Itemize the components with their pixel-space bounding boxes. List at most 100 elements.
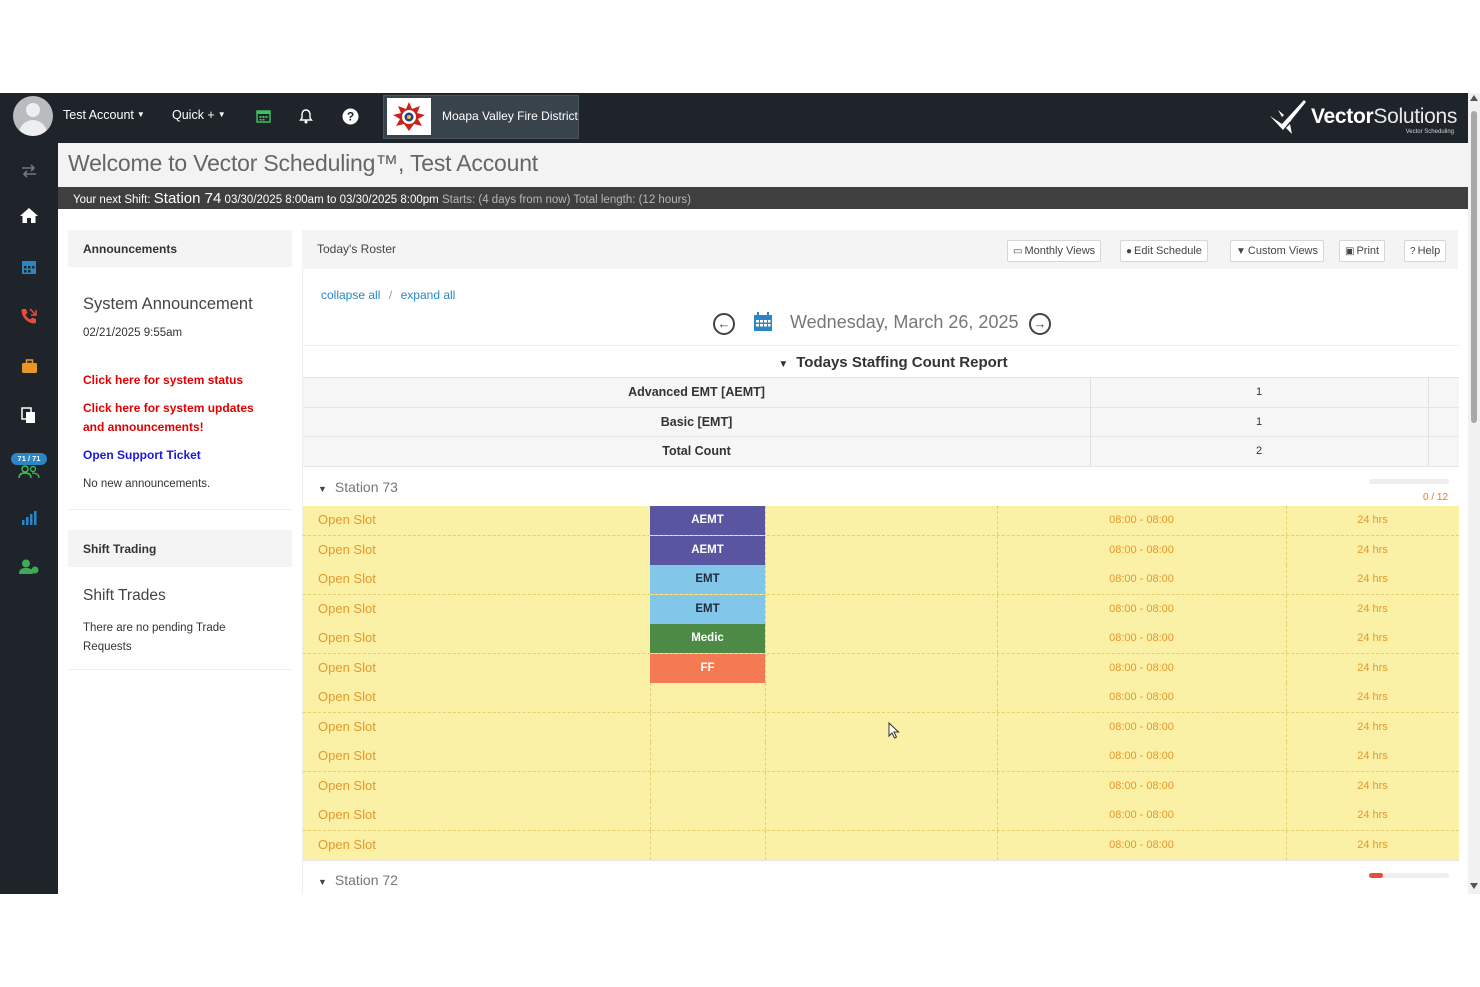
link-separator: / — [388, 288, 393, 302]
roster-slot-row[interactable]: Open Slot 08:00 - 08:00 24 hrs — [303, 712, 1459, 743]
staffing-report-toggle[interactable]: ▼ Todays Staffing Count Report — [303, 345, 1459, 378]
slot-time: 08:00 - 08:00 — [1109, 573, 1174, 585]
staffing-label: Advanced EMT [AEMT] — [628, 385, 765, 399]
station-73-name: Station 73 — [334, 479, 398, 495]
caret-down-icon: ▼ — [778, 359, 789, 370]
scrollbar-thumb[interactable] — [1471, 111, 1477, 423]
no-trades-text: There are no pending Trade Requests — [83, 622, 226, 653]
shift-trading-panel: Shift Trades There are no pending Trade … — [68, 569, 292, 670]
svg-text:?: ? — [346, 109, 353, 123]
roster-slot-row[interactable]: Open Slot AEMT 08:00 - 08:00 24 hrs — [303, 506, 1459, 536]
next-shift-bar: Your next Shift: Station 74 03/30/2025 8… — [58, 187, 1468, 209]
support-ticket-link[interactable]: Open Support Ticket — [83, 446, 201, 465]
calendar-icon[interactable] — [17, 256, 41, 278]
open-slot-name[interactable]: Open Slot — [318, 571, 376, 586]
slot-hours: 24 hrs — [1357, 602, 1388, 615]
credential-badge: FF — [650, 653, 765, 683]
station-72-toggle[interactable]: ▼ Station 72 — [318, 872, 398, 888]
open-slot-name[interactable]: Open Slot — [318, 660, 376, 675]
open-slot-name[interactable]: Open Slot — [318, 630, 376, 645]
custom-views-button[interactable]: ▼ Custom Views — [1230, 240, 1325, 262]
station-72-progress — [1369, 873, 1449, 878]
open-slot-name[interactable]: Open Slot — [318, 512, 376, 527]
filter-icon: ▼ — [1236, 246, 1246, 257]
organization-switcher[interactable]: Moapa Valley Fire District — [383, 95, 579, 139]
scroll-up-arrow-icon[interactable] — [1470, 95, 1478, 101]
page-scrollbar[interactable] — [1468, 93, 1480, 894]
scroll-down-arrow-icon[interactable] — [1470, 883, 1478, 889]
previous-day-icon[interactable]: ← — [713, 313, 735, 335]
account-menu[interactable]: Test Account ▼ — [63, 108, 145, 122]
slot-hours: 24 hrs — [1357, 809, 1388, 821]
open-slot-name[interactable]: Open Slot — [318, 778, 376, 793]
open-slot-name[interactable]: Open Slot — [318, 719, 376, 734]
help-label: Help — [1417, 245, 1441, 257]
open-slot-name[interactable]: Open Slot — [318, 601, 376, 616]
edit-schedule-label: Edit Schedule — [1134, 245, 1202, 257]
station-73-toggle[interactable]: ▼ Station 73 — [318, 479, 398, 495]
roster-title: Today's Roster — [317, 242, 396, 256]
caret-down-icon: ▼ — [318, 877, 327, 887]
help-icon[interactable]: ? — [340, 106, 360, 126]
open-slot-name[interactable]: Open Slot — [318, 542, 376, 557]
announcements-header: Announcements — [68, 230, 292, 267]
announcement-date: 02/21/2025 9:55am — [83, 327, 183, 339]
user-plus-icon[interactable] — [17, 556, 41, 578]
roster-slot-row[interactable]: Open Slot FF 08:00 - 08:00 24 hrs — [303, 653, 1459, 684]
open-slot-name[interactable]: Open Slot — [318, 689, 376, 704]
question-icon: ? — [1410, 246, 1416, 257]
roster-slot-row[interactable]: Open Slot 08:00 - 08:00 24 hrs — [303, 830, 1459, 861]
shift-trading-heading: Shift Trading — [83, 542, 157, 556]
print-label: Print — [1356, 245, 1380, 257]
briefcase-icon[interactable] — [17, 355, 41, 377]
credential-badge: Medic — [650, 624, 765, 653]
credential-badge: AEMT — [650, 535, 765, 565]
staffing-row: Advanced EMT [AEMT] 1 — [303, 377, 1459, 407]
caret-down-icon: ▼ — [217, 110, 226, 119]
sidebar: 71 / 71 — [0, 143, 58, 894]
roster-slot-row[interactable]: Open Slot 08:00 - 08:00 24 hrs — [303, 771, 1459, 802]
edit-schedule-button[interactable]: ● Edit Schedule — [1120, 240, 1208, 262]
documents-icon[interactable] — [17, 404, 41, 426]
home-icon[interactable] — [17, 204, 41, 226]
users-icon: ● — [1126, 246, 1133, 257]
help-button[interactable]: ? Help — [1404, 240, 1447, 262]
slot-hours: 24 hrs — [1357, 514, 1388, 526]
users-icon[interactable] — [17, 461, 41, 483]
open-slot-name[interactable]: Open Slot — [318, 837, 376, 852]
monthly-views-button[interactable]: ▭ Monthly Views — [1007, 240, 1102, 262]
credential-badge: AEMT — [650, 506, 765, 535]
roster-slot-row[interactable]: Open Slot AEMT 08:00 - 08:00 24 hrs — [303, 535, 1459, 566]
avatar[interactable] — [13, 96, 53, 136]
bell-icon[interactable] — [296, 106, 316, 126]
roster-slot-row[interactable]: Open Slot EMT 08:00 - 08:00 24 hrs — [303, 594, 1459, 625]
slot-time: 08:00 - 08:00 — [1109, 632, 1174, 644]
system-updates-link[interactable]: Click here for system updates and announ… — [83, 399, 273, 437]
roster-slot-row[interactable]: Open Slot EMT 08:00 - 08:00 24 hrs — [303, 565, 1459, 595]
staffing-count: 1 — [1255, 416, 1263, 428]
staffing-count: 1 — [1255, 386, 1263, 398]
collapse-all-link[interactable]: collapse all — [321, 288, 380, 302]
chart-icon[interactable] — [17, 507, 41, 529]
calendar-icon[interactable] — [253, 106, 273, 126]
system-status-link[interactable]: Click here for system status — [83, 371, 273, 390]
roster-slot-row[interactable]: Open Slot Medic 08:00 - 08:00 24 hrs — [303, 624, 1459, 654]
next-shift-prefix: Your next Shift: — [73, 194, 151, 206]
slot-time: 08:00 - 08:00 — [1109, 691, 1174, 703]
swap-icon[interactable] — [17, 160, 41, 182]
print-button[interactable]: ▣ Print — [1339, 240, 1386, 262]
next-day-icon[interactable]: → — [1029, 313, 1051, 335]
caret-down-icon: ▼ — [318, 484, 327, 494]
quick-menu[interactable]: Quick + ▼ — [172, 108, 226, 122]
expand-all-link[interactable]: expand all — [401, 288, 456, 302]
phone-icon[interactable] — [17, 305, 41, 327]
roster-slot-row[interactable]: Open Slot 08:00 - 08:00 24 hrs — [303, 801, 1459, 831]
roster-slot-row[interactable]: Open Slot 08:00 - 08:00 24 hrs — [303, 683, 1459, 713]
open-slot-name[interactable]: Open Slot — [318, 748, 376, 763]
open-slot-name[interactable]: Open Slot — [318, 807, 376, 822]
calendar-picker-icon[interactable] — [753, 312, 773, 337]
roster-date: Wednesday, March 26, 2025 — [790, 312, 1019, 332]
roster-slot-row[interactable]: Open Slot 08:00 - 08:00 24 hrs — [303, 742, 1459, 772]
page-title: Welcome to Vector Scheduling™, Test Acco… — [68, 150, 538, 176]
custom-views-label: Custom Views — [1247, 245, 1319, 257]
